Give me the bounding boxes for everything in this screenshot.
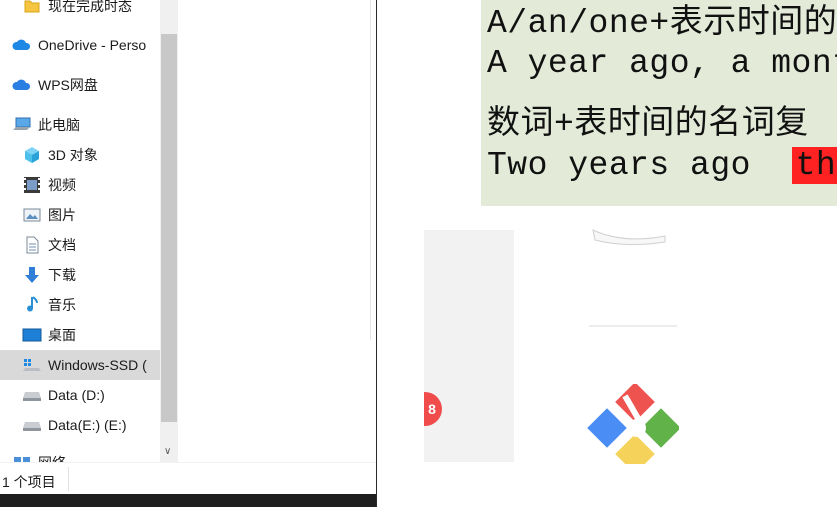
taskbar [0,494,376,507]
nav-item-data-d[interactable]: Data (D:) [0,380,160,410]
cropped-image [592,229,666,246]
document-view: A/an/one+表示时间的 A year ago, a mont 数词+表时间… [377,0,837,507]
slide-line-1: A/an/one+表示时间的 [487,5,837,42]
nav-item-windows-ssd[interactable]: Windows-SSD ( [0,350,160,380]
navigation-pane: 现在完成时态 OneDrive - Perso WPS网盘 此电脑 3D 对象 [0,0,160,462]
nav-item-data-e[interactable]: Data(E:) (E:) [0,410,160,440]
nav-item-onedrive[interactable]: OneDrive - Perso [0,30,160,60]
onedrive-icon [12,36,32,54]
windows-drive-icon [22,356,42,374]
divider-line [589,325,677,327]
scroll-down-arrow-icon[interactable]: ∨ [164,446,171,457]
slide-image: A/an/one+表示时间的 A year ago, a mont 数词+表时间… [481,0,837,206]
nav-item-music[interactable]: 音乐 [0,290,160,320]
folder-icon [22,0,42,15]
music-icon [22,296,42,314]
nav-scrollbar[interactable]: ∨ [160,0,178,462]
nav-item-desktop[interactable]: 桌面 [0,320,160,350]
drive-icon [22,386,42,404]
desktop-icon [22,326,42,344]
pictures-icon [22,206,42,224]
nav-item-downloads[interactable]: 下载 [0,260,160,290]
slide-line-4: Two years ago thr [487,147,837,184]
video-icon [22,176,42,194]
status-separator [68,467,69,491]
nav-item-folder[interactable]: 现在完成时态 [0,0,160,21]
thumbnail-panel [424,230,514,462]
slide-line-2: A year ago, a mont [487,45,837,82]
status-bar: 1 个项目 [0,462,376,494]
slide-line-4-text: Two years ago [487,147,751,184]
nav-item-network[interactable]: 网络 [0,448,160,462]
nav-item-this-pc[interactable]: 此电脑 [0,110,160,140]
3d-objects-icon [22,146,42,164]
nav-item-videos[interactable]: 视频 [0,170,160,200]
drive-icon [22,416,42,434]
nav-item-wps-cloud[interactable]: WPS网盘 [0,70,160,100]
highlighted-word: thr [791,147,837,184]
computer-icon [12,116,32,134]
download-icon [22,266,42,284]
wps-cloud-icon [12,76,32,94]
slide-line-3: 数词+表时间的名词复 [487,106,809,143]
scrollbar-thumb[interactable] [161,34,177,422]
nav-item-3d-objects[interactable]: 3D 对象 [0,140,160,170]
app-logo-icon[interactable] [587,384,679,464]
documents-icon [22,236,42,254]
file-list-pane [178,0,376,462]
file-explorer-window: 现在完成时态 OneDrive - Perso WPS网盘 此电脑 3D 对象 [0,0,376,494]
network-icon [12,454,32,462]
nav-item-documents[interactable]: 文档 [0,230,160,260]
item-count-status: 1 个项目 [2,474,56,490]
nav-item-pictures[interactable]: 图片 [0,200,160,230]
